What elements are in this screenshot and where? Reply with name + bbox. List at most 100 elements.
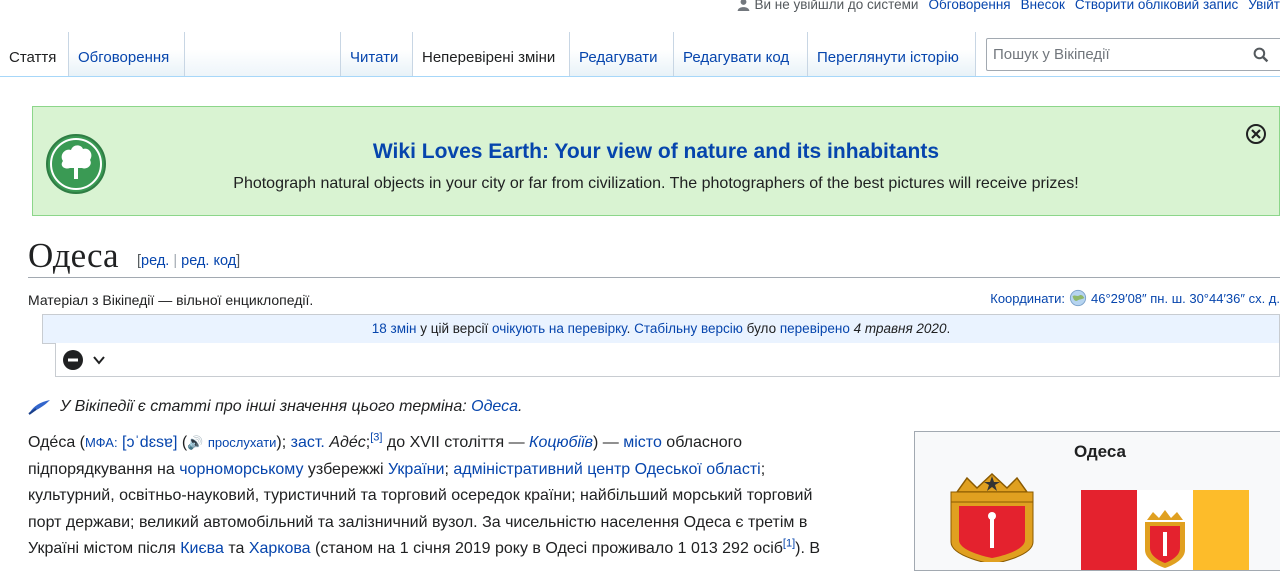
coordinates-value[interactable]: 46°29′08″ пн. ш. 30°44′36″ сх. д.: [1091, 291, 1280, 306]
infobox-title: Одеса: [1074, 442, 1126, 461]
article-body: Оде́са (МФА: [ɔˈdɛsɐ] (🔊 прослухати); за…: [28, 430, 888, 563]
review-details-toggle[interactable]: [55, 343, 1280, 377]
text: ;: [444, 460, 454, 478]
review-text-2: .: [626, 321, 635, 336]
infobox: Одеса: [914, 431, 1280, 571]
article-line-4: порт держави; великий автомобільний та з…: [28, 513, 808, 531]
edit-bracket-close: ]: [236, 253, 241, 269]
text: (: [177, 434, 188, 451]
flag-image[interactable]: [1081, 490, 1249, 570]
globe-icon[interactable]: [1069, 289, 1087, 307]
review-text-1: у цій версії: [416, 321, 493, 336]
site-tagline: Матеріал з Вікіпедії — вільної енциклопе…: [28, 292, 314, 308]
contributions-link[interactable]: Внесок: [1021, 0, 1065, 12]
edit-source-link[interactable]: ред. код: [181, 253, 236, 269]
central-notice-banner: Wiki Loves Earth: Your view of nature an…: [32, 106, 1280, 216]
hatnote-text: У Вікіпедії є статті про інші значення ц…: [60, 398, 522, 416]
coordinates-label[interactable]: Координати:: [990, 291, 1065, 306]
hatnote-dot: .: [518, 398, 523, 415]
article-line-5: Україні містом після Києва та Харкова (с…: [28, 536, 888, 563]
tab-article-label: Стаття: [9, 49, 57, 66]
tab-history-label: Переглянути історію: [817, 49, 959, 66]
anon-user: Ви не увійшли до системи: [737, 0, 918, 12]
flagged-revs-notice: 18 змін у цій версії очікують на перевір…: [42, 314, 1280, 344]
text: Україні містом після: [28, 540, 181, 557]
tab-edit-source[interactable]: Редагувати код: [674, 32, 808, 76]
user-icon: [738, 0, 750, 11]
close-icon[interactable]: [1245, 123, 1267, 145]
tab-history[interactable]: Переглянути історію: [808, 32, 976, 76]
tab-pending-changes[interactable]: Неперевірені зміни: [413, 32, 570, 76]
text: узбережжі: [303, 460, 388, 478]
ipa-link[interactable]: [ɔˈdɛsɐ]: [122, 434, 177, 451]
tab-edit-source-label: Редагувати код: [683, 49, 790, 66]
hatnote-main: У Вікіпедії є статті про інші значення ц…: [60, 398, 463, 415]
listen-link[interactable]: прослухати: [208, 435, 277, 450]
ipa-label-link[interactable]: МФА:: [85, 435, 118, 450]
ref-1[interactable]: [1]: [783, 538, 795, 550]
ref-3[interactable]: [3]: [370, 432, 382, 444]
kyiv-link[interactable]: Києва: [180, 540, 224, 557]
tab-edit-label: Редагувати: [579, 49, 658, 66]
text: обласного: [661, 434, 742, 451]
admin-center-link[interactable]: адміністративний центр Одеської області: [453, 461, 760, 478]
tab-talk[interactable]: Обговорення: [69, 32, 185, 76]
article-line-3: культурний, освітньо-науковий, туристичн…: [28, 487, 813, 504]
minus-circle-icon[interactable]: [63, 350, 83, 370]
tab-read-label: Читати: [350, 49, 399, 66]
edit-link[interactable]: ред.: [141, 253, 169, 269]
review-date: 4 травня 2020: [849, 321, 947, 336]
speaker-icon[interactable]: 🔊: [187, 435, 203, 450]
text: та: [223, 540, 249, 557]
ades-term: Аде́с: [329, 434, 366, 451]
edit-separator: |: [173, 253, 178, 269]
search-placeholder: Пошук у Вікіпедії: [993, 46, 1110, 63]
text: Оде́са (: [28, 434, 85, 451]
tab-talk-label: Обговорення: [78, 49, 170, 66]
disambiguation-hatnote: У Вікіпедії є статті про інші значення ц…: [28, 398, 522, 416]
checked-link[interactable]: перевірено: [780, 321, 850, 336]
black-sea-link[interactable]: чорноморському: [179, 461, 303, 478]
coat-of-arms-image[interactable]: [937, 472, 1047, 562]
search-icon[interactable]: [1253, 47, 1269, 63]
personal-tools: Ви не увійшли до системи Обговорення Вне…: [737, 0, 1280, 13]
banner-text: Photograph natural objects in your city …: [233, 175, 1079, 192]
awaiting-review-link[interactable]: очікують на перевірку: [492, 321, 627, 336]
obsolete-link[interactable]: заст.: [291, 434, 325, 451]
tab-edit[interactable]: Редагувати: [570, 32, 674, 76]
kharkiv-link[interactable]: Харкова: [249, 540, 311, 557]
banner-title-link[interactable]: Wiki Loves Earth: Your view of nature an…: [33, 140, 1279, 164]
kotsiubiiv-link[interactable]: Коцюбіїв: [529, 434, 593, 451]
review-text-3: було: [742, 321, 780, 336]
chevron-down-icon[interactable]: [92, 353, 106, 367]
content-top-border: [0, 76, 1280, 77]
page-title: Одеса: [28, 236, 119, 275]
review-text-4: .: [946, 321, 951, 336]
section-edit-links: [ред. | ред. код]: [137, 253, 240, 269]
tab-pending-label: Неперевірені зміни: [422, 49, 556, 66]
text: ). В: [795, 540, 821, 557]
title-divider: [28, 277, 1280, 278]
tab-article[interactable]: Стаття: [0, 32, 69, 76]
not-logged-in-text: Ви не увійшли до системи: [754, 0, 919, 12]
coordinates: Координати: 46°29′08″ пн. ш. 30°44′36″ с…: [990, 289, 1280, 307]
article-line-1: Оде́са (МФА: [ɔˈdɛsɐ] (🔊 прослухати); за…: [28, 430, 888, 457]
talk-link[interactable]: Обговорення: [928, 0, 1010, 12]
hatnote-colon: :: [462, 398, 472, 415]
login-link[interactable]: Увійт: [1248, 0, 1280, 12]
text: ) —: [593, 434, 624, 451]
text: );: [276, 434, 291, 451]
text: (станом на 1 січня 2019 року в Одесі про…: [310, 540, 783, 557]
search-input[interactable]: Пошук у Вікіпедії: [986, 38, 1280, 71]
hatnote-link[interactable]: Одеса: [471, 398, 518, 415]
city-link[interactable]: місто: [623, 434, 662, 451]
text: підпорядкування на: [28, 460, 180, 478]
text: до XVII століття —: [382, 434, 530, 451]
create-account-link[interactable]: Створити обліковий запис: [1075, 0, 1238, 12]
ukraine-link[interactable]: України: [388, 461, 444, 478]
stable-version-link[interactable]: Стабільну версію: [634, 321, 743, 336]
pending-changes-link[interactable]: 18 змін: [372, 321, 417, 336]
disambiguation-icon: [28, 400, 50, 415]
tab-read[interactable]: Читати: [341, 32, 413, 76]
tabs-spacer: [185, 32, 341, 76]
